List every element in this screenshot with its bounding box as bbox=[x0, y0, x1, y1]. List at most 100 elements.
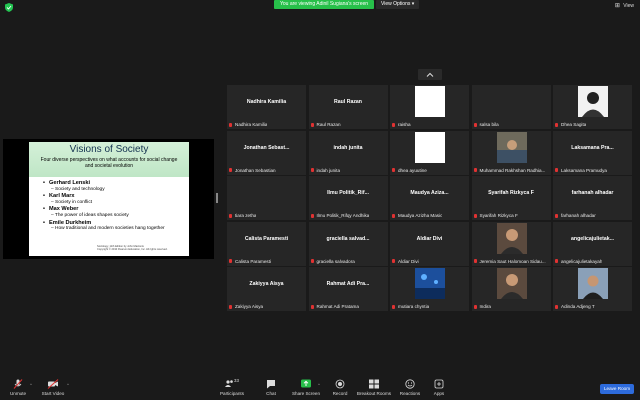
participant-name-label: Maudya Azizha Masic bbox=[392, 213, 442, 218]
screen-share-notice: You are viewing Adinil Sugiana's screen bbox=[274, 0, 375, 9]
participant-name-text: Jeremia Saut Halomoan Sidau... bbox=[479, 258, 546, 264]
breakout-rooms-button[interactable]: Breakout Rooms bbox=[356, 379, 392, 396]
participant-tile[interactable]: raisha bbox=[390, 85, 469, 129]
participant-name-label: Jonathan Sebastian bbox=[229, 168, 276, 173]
chat-icon bbox=[267, 380, 275, 389]
participant-name-label: Ilmu Politik_Rifqy Andhika bbox=[310, 213, 370, 218]
microphone-muted-icon bbox=[473, 304, 477, 309]
participant-display-name: Aldiar Divi bbox=[416, 235, 443, 242]
participant-name-label: Jeremia Saut Halomoan Sidau... bbox=[473, 258, 546, 264]
participant-tile[interactable]: Ilmu Politik_Rif... Ilmu Politik_Rifqy An… bbox=[308, 176, 388, 220]
participant-tile[interactable]: graciella salvad... graciella salvadora bbox=[308, 221, 388, 266]
view-button-label: View bbox=[623, 3, 634, 9]
view-options-button[interactable]: View Options ▾ bbox=[376, 0, 420, 9]
participant-tile[interactable]: Syarifah Rizkyca F Syarifah Rizkyca F bbox=[471, 176, 551, 220]
participant-name-text: Ilmu Politik_Rifqy Andhika bbox=[316, 213, 370, 218]
reactions-label: Reactions bbox=[399, 391, 421, 396]
participant-name-text: tiara zetha bbox=[235, 213, 257, 218]
participant-tile[interactable]: angelicajulietak... angelicajulietakayah bbox=[553, 221, 632, 266]
microphone-muted-icon bbox=[310, 168, 314, 172]
participant-name-text: Nadhira Kamilia bbox=[235, 122, 268, 127]
record-button[interactable]: Record bbox=[330, 379, 350, 396]
participant-tile[interactable]: Jeremia Saut Halomoan Sidau... bbox=[471, 221, 551, 266]
unmute-label: Unmute bbox=[9, 391, 27, 396]
participant-name-text: Adinda Adjeng T bbox=[561, 304, 595, 309]
leave-room-button[interactable]: Leave Room bbox=[600, 384, 634, 394]
participant-tile[interactable]: Aldiar Divi Aldiar Divi bbox=[390, 221, 469, 266]
bullet-name: Max Weber bbox=[43, 206, 183, 213]
participant-name-text: Indira bbox=[479, 304, 492, 309]
participant-tile[interactable]: salsa bila bbox=[471, 85, 551, 129]
collapse-gallery-button[interactable] bbox=[418, 69, 442, 80]
participant-tile[interactable]: Jonathan Sebast... Jonathan Sebastian bbox=[227, 130, 306, 175]
start-video-button[interactable]: Start Video bbox=[40, 379, 66, 396]
participant-name-text: Maudya Azizha Masic bbox=[398, 213, 443, 218]
reactions-button[interactable]: Reactions bbox=[398, 379, 422, 396]
participant-display-name: angelicajulietak... bbox=[571, 235, 614, 242]
share-options-caret[interactable]: ^ bbox=[318, 382, 320, 387]
participant-tile[interactable]: Rahmat Adi Pra... Rahmat Adi Pratama bbox=[308, 267, 388, 311]
slide-header: Visions of Society Four diverse perspect… bbox=[29, 142, 189, 177]
apps-icon bbox=[434, 379, 444, 389]
participant-name-text: Laksamana Pramudya bbox=[561, 167, 607, 173]
microphone-muted-icon bbox=[392, 213, 395, 218]
microphone-muted-icon bbox=[310, 304, 314, 309]
reactions-icon bbox=[405, 379, 415, 389]
participant-tile[interactable]: Calista Paramesti Calista Paramesti bbox=[227, 221, 306, 266]
participant-tile[interactable]: dhea ayuutine bbox=[390, 130, 469, 175]
participant-tile[interactable]: farhanah alhadar farhanah alhadar bbox=[553, 176, 632, 220]
participant-name-text: mutiara chyntia bbox=[398, 304, 430, 309]
participant-video-frame bbox=[496, 268, 527, 299]
chat-label: Chat bbox=[266, 391, 276, 396]
panel-splitter-handle[interactable] bbox=[216, 193, 218, 203]
participant-display-name: Nadhira Kamilia bbox=[246, 99, 287, 105]
unmute-button[interactable]: Unmute bbox=[8, 379, 28, 396]
participant-video-frame bbox=[415, 268, 445, 299]
participant-tile[interactable]: Laksamana Pra... Laksamana Pramudya bbox=[553, 130, 632, 175]
participant-name-text: Rahmat Adi Pratama bbox=[316, 304, 359, 309]
bullet-detail: How traditional and modern societies han… bbox=[43, 226, 183, 232]
microphone-muted-icon bbox=[229, 259, 232, 263]
shared-screen: Visions of Society Four diverse perspect… bbox=[3, 139, 214, 259]
participant-tile[interactable]: Indira bbox=[471, 267, 551, 311]
participant-name-label: Dhea Sagita bbox=[555, 122, 586, 127]
microphone-muted-icon bbox=[555, 213, 558, 218]
participant-name-label: angelicajulietakayah bbox=[555, 259, 602, 264]
footnote-line: Copyright © 2010 Pearson Education, Inc.… bbox=[97, 248, 168, 252]
apps-button[interactable]: Apps bbox=[430, 379, 448, 396]
microphone-muted-icon bbox=[555, 259, 558, 263]
microphone-muted-icon bbox=[473, 168, 477, 172]
participants-button[interactable]: 33 Participants bbox=[218, 378, 246, 396]
participant-tile[interactable]: mutiara chyntia bbox=[390, 267, 469, 311]
microphone-muted-icon bbox=[555, 304, 558, 309]
microphone-muted-icon bbox=[392, 304, 395, 309]
participant-tile[interactable]: tiara zetha bbox=[227, 176, 306, 220]
shield-icon[interactable] bbox=[5, 3, 13, 12]
participant-display-name: Laksamana Pra... bbox=[571, 144, 614, 151]
video-options-caret[interactable]: ^ bbox=[67, 382, 69, 387]
participants-label: Participants bbox=[219, 391, 244, 396]
participant-name-label: Indira bbox=[473, 304, 492, 309]
participant-name-label: farhanah alhadar bbox=[555, 213, 596, 218]
participant-name-label: Calista Paramesti bbox=[229, 259, 271, 264]
bullet-detail: The power of ideas shapes society bbox=[43, 213, 183, 219]
participant-display-name: Rahmat Adi Pra... bbox=[326, 281, 370, 287]
participant-tile[interactable]: Dhea Sagita bbox=[553, 85, 632, 129]
chat-button[interactable]: Chat bbox=[262, 379, 280, 396]
view-options-label: View Options bbox=[381, 1, 411, 7]
share-screen-label: Share Screen bbox=[291, 391, 321, 396]
microphone-muted-icon bbox=[392, 168, 395, 172]
participant-tile[interactable]: Muhammad Rakhshan Radhia... bbox=[471, 130, 551, 175]
participant-tile[interactable]: Zakiyya Aisya Zakiyya Aisya bbox=[227, 267, 306, 311]
participant-tile[interactable]: Maudya Aziza... Maudya Azizha Masic bbox=[390, 176, 469, 220]
participant-name-text: Jonathan Sebastian bbox=[235, 167, 276, 173]
participant-name-text: Raul Razan bbox=[316, 122, 341, 127]
participant-tile[interactable]: indah junita indah junita bbox=[308, 130, 388, 175]
participant-tile[interactable]: Raul Razan Raul Razan bbox=[308, 85, 388, 129]
participant-tile[interactable]: Adinda Adjeng T bbox=[553, 267, 632, 311]
participant-display-name: Ilmu Politik_Rif... bbox=[327, 190, 369, 196]
audio-options-caret[interactable]: ^ bbox=[30, 382, 32, 387]
participant-tile[interactable]: Nadhira Kamilia Nadhira Kamilia bbox=[227, 85, 306, 129]
view-button[interactable]: ⊞ View bbox=[615, 2, 634, 11]
microphone-muted-icon bbox=[310, 213, 314, 218]
